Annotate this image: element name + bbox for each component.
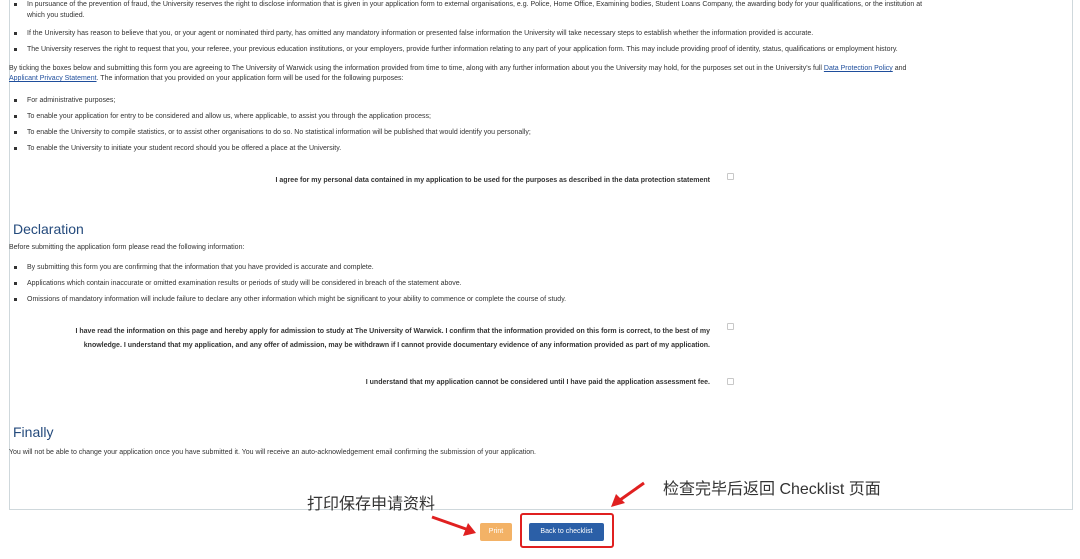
list-item: For administrative purposes; xyxy=(9,96,1049,112)
data-consent-checkbox[interactable] xyxy=(727,173,734,180)
data-consent-label: I agree for my personal data contained i… xyxy=(275,177,710,184)
back-button-highlight-box xyxy=(520,513,614,548)
intro-text: By ticking the boxes below and submittin… xyxy=(9,65,824,72)
fee-checkbox[interactable] xyxy=(727,378,734,385)
applicant-privacy-statement-link[interactable]: Applicant Privacy Statement xyxy=(9,75,97,82)
declaration-heading: Declaration xyxy=(13,221,84,237)
arrow-to-print-icon xyxy=(431,515,476,536)
finally-text: You will not be able to change your appl… xyxy=(9,449,536,456)
confirm-line-2: knowledge. I understand that my applicat… xyxy=(83,342,710,349)
confirm-line-1: I have read the information on this page… xyxy=(75,328,711,335)
declaration-list: By submitting this form you are confirmi… xyxy=(9,263,1049,311)
list-item: If the University has reason to believe … xyxy=(9,29,1049,39)
list-item-continuation: which you studied. xyxy=(27,12,85,19)
data-protection-intro: By ticking the boxes below and submittin… xyxy=(9,64,1049,84)
print-annotation: 打印保存申请资料 xyxy=(307,496,436,513)
data-protection-policy-link[interactable]: Data Protection Policy xyxy=(824,65,893,72)
fee-label: I understand that my application cannot … xyxy=(365,379,710,386)
fraud-list-2: If the University has reason to believe … xyxy=(9,29,1049,39)
declaration-checkbox[interactable] xyxy=(727,323,734,330)
fraud-list: In pursuance of the prevention of fraud,… xyxy=(9,0,1049,10)
back-annotation: 检查完毕后返回 Checklist 页面 xyxy=(663,481,881,498)
list-item: To enable your application for entry to … xyxy=(9,112,1049,128)
list-item: In pursuance of the prevention of fraud,… xyxy=(9,0,1049,10)
declaration-intro: Before submitting the application form p… xyxy=(9,244,245,251)
list-item: To enable the University to initiate you… xyxy=(9,144,1049,160)
arrow-to-back-icon xyxy=(611,481,645,507)
print-button[interactable]: Print xyxy=(480,523,512,541)
purposes-list: For administrative purposes; To enable y… xyxy=(9,96,1049,160)
finally-heading: Finally xyxy=(13,424,54,440)
list-item: By submitting this form you are confirmi… xyxy=(9,263,1049,279)
list-item: To enable the University to compile stat… xyxy=(9,128,1049,144)
declaration-confirm-label: I have read the information on this page… xyxy=(9,326,711,351)
list-item: Applications which contain inaccurate or… xyxy=(9,279,1049,295)
fraud-list-3: The University reserves the right to req… xyxy=(9,45,1049,55)
list-item: The University reserves the right to req… xyxy=(9,45,1049,55)
and-text: and xyxy=(892,65,907,72)
intro-text-2: . The information that you provided on y… xyxy=(96,75,404,82)
list-item: Omissions of mandatory information will … xyxy=(9,295,1049,311)
